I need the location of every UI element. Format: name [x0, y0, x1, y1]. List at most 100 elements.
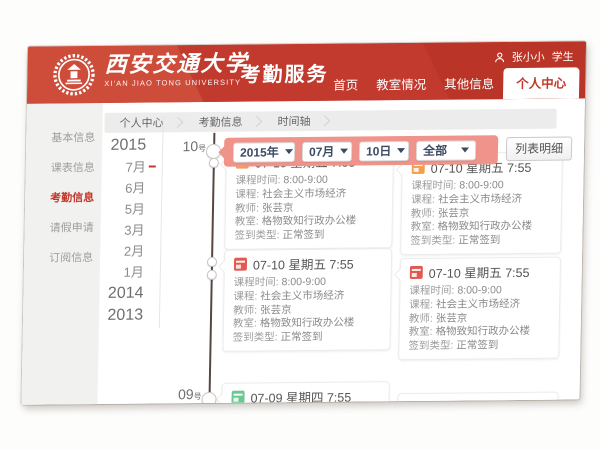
card-field-row: 教室:格物致知行政办公楼 — [409, 325, 550, 340]
field-label: 签到类型: — [234, 229, 279, 241]
card-tail — [391, 403, 404, 404]
card-tail — [216, 393, 229, 404]
day-number: 09 — [178, 386, 194, 402]
field-label: 签到类型: — [410, 235, 455, 247]
chevron-down-icon — [340, 149, 348, 154]
type-select[interactable]: 全部 — [416, 140, 476, 161]
card-field-row: 教师:张芸京 — [233, 303, 381, 318]
breadcrumb-item[interactable]: 时间轴 — [262, 113, 318, 130]
current-month-tick — [149, 165, 156, 167]
field-value: 社会主义市场经济 — [260, 289, 344, 302]
field-value: 张芸京 — [260, 304, 292, 316]
card-field-row: 教室:格物致知行政办公楼 — [235, 215, 383, 230]
sidebar-item[interactable]: 基本信息 — [26, 122, 103, 153]
field-label: 签到类型: — [233, 331, 278, 343]
attendance-card: 07-09 星期四 7:55课程时间:8:00-9:00课程:社会主义市场经济教… — [396, 392, 559, 404]
timeline-month-item[interactable]: 5月 — [101, 199, 145, 220]
timeline-day-marker: 09号 — [167, 386, 201, 404]
field-label: 课程时间: — [411, 180, 456, 192]
card-field-row: 教师:张芸京 — [409, 311, 550, 326]
card-date: 07-10 星期五 7:55 — [253, 254, 354, 274]
field-value: 社会主义市场经济 — [436, 298, 520, 311]
timeline-year-month-nav: 20157月6月5月3月2月1月20142013 — [99, 135, 147, 327]
year-select[interactable]: 2015年 — [233, 142, 295, 163]
header-nav: 首页教室情况其他信息个人中心 — [324, 67, 580, 100]
field-value: 张芸京 — [262, 202, 294, 214]
field-value: 8:00-9:00 — [281, 276, 326, 288]
sidebar-item[interactable]: 订阅信息 — [24, 242, 101, 273]
card-field-row: 课程时间:8:00-9:00 — [235, 173, 383, 188]
card-field-row: 课程时间:8:00-9:00 — [411, 179, 552, 194]
card-field-row: 教室:格物致知行政办公楼 — [233, 317, 381, 332]
timeline-year-item[interactable]: 2014 — [99, 283, 143, 305]
list-detail-button[interactable]: 列表明细 — [506, 136, 572, 161]
day-select[interactable]: 10日 — [359, 141, 409, 161]
breadcrumb: 个人中心考勤信息时间轴 — [104, 109, 556, 133]
field-value: 张芸京 — [436, 312, 468, 324]
chevron-right-icon — [172, 117, 183, 128]
university-name-en: XI'AN JIAO TONG UNIVERSITY — [104, 78, 248, 88]
card-header: 07-10 星期五 7:55 — [410, 262, 551, 282]
screenshot-stage: 西安交通大学 XI'AN JIAO TONG UNIVERSITY 考勤服务 张… — [0, 0, 600, 450]
chevron-down-icon — [461, 147, 469, 152]
chevron-right-icon — [319, 115, 330, 126]
university-brand: 西安交通大学 XI'AN JIAO TONG UNIVERSITY — [104, 51, 249, 88]
field-value: 正常签到 — [456, 339, 498, 351]
card-field-row: 签到类型:正常签到 — [234, 228, 382, 243]
field-label: 课程: — [411, 194, 435, 206]
timeline-month-item[interactable]: 2月 — [100, 241, 144, 262]
chevron-right-icon — [251, 116, 262, 127]
field-value: 正常签到 — [458, 234, 500, 246]
card-field-row: 签到类型:正常签到 — [232, 330, 380, 345]
timeline-year-item[interactable]: 2013 — [99, 305, 143, 327]
sidebar-item[interactable]: 课表信息 — [26, 152, 103, 183]
field-label: 教师: — [233, 304, 257, 316]
field-label: 教室: — [233, 318, 257, 330]
header-nav-tab[interactable]: 教室情况 — [367, 69, 436, 101]
attendance-card: 07-10 星期五 7:55课程时间:8:00-9:00课程:社会主义市场经济教… — [400, 152, 563, 256]
card-tail — [394, 268, 407, 281]
user-chip[interactable]: 张小小 学生 — [495, 48, 574, 65]
timeline-month-item[interactable]: 3月 — [100, 220, 144, 241]
month-select[interactable]: 07月 — [302, 141, 352, 161]
timeline-month-item[interactable]: 6月 — [101, 178, 145, 199]
card-field-row: 教师:张芸京 — [411, 206, 552, 221]
field-label: 课程: — [233, 290, 257, 302]
timeline-dot — [207, 270, 217, 280]
card-field-row: 课程:社会主义市场经济 — [233, 289, 381, 304]
field-label: 教师: — [235, 202, 259, 214]
day-suffix: 号 — [198, 144, 206, 153]
timeline-year-item[interactable]: 2015 — [102, 135, 146, 157]
breadcrumb-item[interactable]: 考勤信息 — [183, 114, 250, 131]
chevron-down-icon — [285, 149, 293, 154]
timeline-month-item[interactable]: 1月 — [100, 262, 144, 283]
card-header: 07-09 星期四 7:55 — [407, 397, 548, 404]
person-icon — [495, 52, 505, 63]
calendar-icon — [407, 401, 420, 404]
timeline-day-marker: 10号 — [172, 138, 206, 156]
app-header: 西安交通大学 XI'AN JIAO TONG UNIVERSITY 考勤服务 张… — [27, 41, 586, 103]
card-field-row: 教师:张芸京 — [235, 201, 383, 216]
field-label: 教室: — [411, 221, 435, 233]
field-value: 社会主义市场经济 — [438, 193, 522, 206]
sidebar-item[interactable]: 考勤信息 — [25, 182, 102, 213]
calendar-icon — [410, 266, 423, 279]
field-label: 签到类型: — [408, 340, 453, 352]
header-nav-tab[interactable]: 首页 — [324, 69, 368, 100]
field-label: 教室: — [235, 216, 259, 228]
field-value: 正常签到 — [280, 331, 322, 343]
field-label: 教室: — [409, 326, 433, 338]
timeline-month-item[interactable]: 7月 — [102, 157, 146, 178]
day-number: 10 — [182, 138, 198, 154]
sidebar-item[interactable]: 请假申请 — [24, 212, 101, 243]
field-label: 课程时间: — [409, 285, 454, 297]
header-nav-tab[interactable]: 其他信息 — [435, 68, 504, 100]
field-value: 正常签到 — [282, 229, 324, 241]
field-value: 8:00-9:00 — [459, 179, 504, 191]
card-tail — [218, 260, 231, 273]
chevron-down-icon — [397, 148, 405, 153]
card-field-row: 课程:社会主义市场经济 — [409, 297, 550, 312]
calendar-icon — [231, 391, 244, 404]
header-nav-tab[interactable]: 个人中心 — [503, 67, 580, 99]
field-value: 格物致知行政办公楼 — [260, 317, 355, 330]
